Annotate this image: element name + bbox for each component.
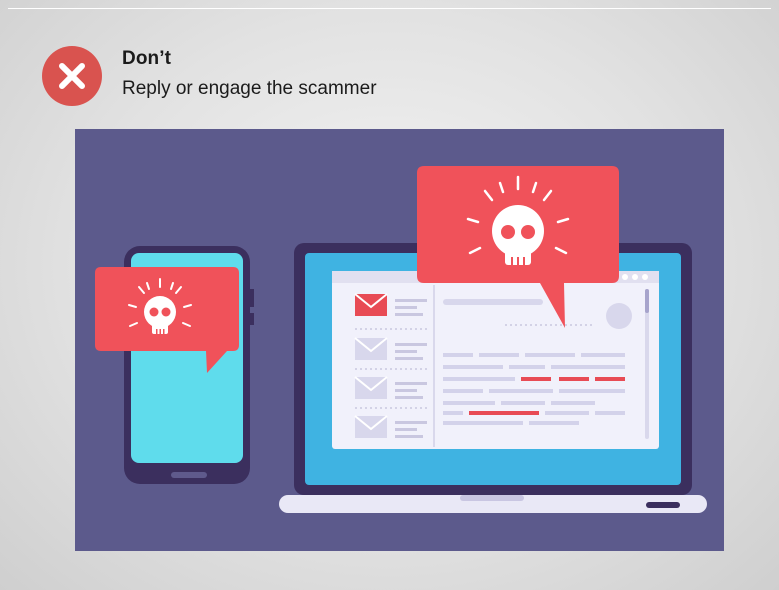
laptop <box>279 243 707 513</box>
sender-avatar <box>606 303 632 329</box>
envelope-icon <box>354 337 388 360</box>
scrollbar-thumb <box>645 289 649 313</box>
scam-illustration-graphic <box>95 166 707 513</box>
window-dot <box>632 274 638 280</box>
phone-home-button <box>171 472 207 478</box>
envelope-icon <box>354 293 388 316</box>
laptop-indicator <box>646 502 680 508</box>
close-x-icon <box>42 46 102 106</box>
phone-side-button <box>250 289 254 307</box>
slide: Don’t Reply or engage the scammer <box>0 0 779 590</box>
laptop-hinge <box>460 495 524 501</box>
window-dot <box>642 274 648 280</box>
scam-illustration <box>75 129 724 551</box>
window-dot <box>622 274 628 280</box>
phone-side-button <box>250 313 254 325</box>
envelope-icon <box>354 376 388 399</box>
envelope-icon <box>354 415 388 438</box>
email-divider <box>433 285 435 447</box>
dont-subtext: Reply or engage the scammer <box>122 78 377 99</box>
dont-heading: Don’t <box>122 48 172 69</box>
